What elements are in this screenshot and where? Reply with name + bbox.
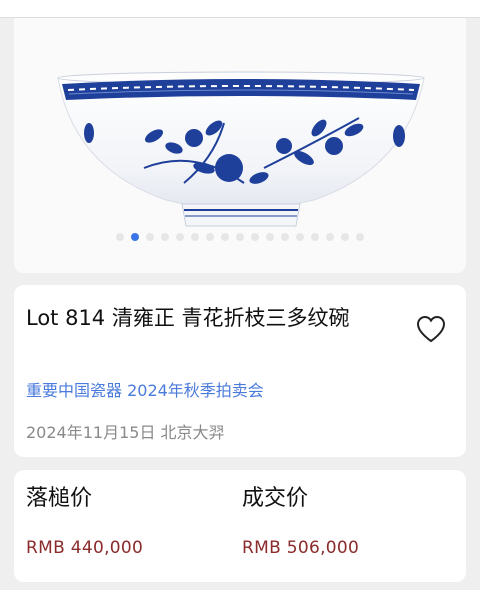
lot-title: Lot 814 清雍正 青花折枝三多纹碗 <box>26 306 350 330</box>
carousel-dot[interactable] <box>206 233 214 241</box>
carousel-dot[interactable] <box>221 233 229 241</box>
image-carousel[interactable] <box>14 18 466 273</box>
carousel-dot[interactable] <box>341 233 349 241</box>
final-price-label: 成交价 <box>242 486 309 511</box>
carousel-dot[interactable] <box>326 233 334 241</box>
carousel-dot[interactable] <box>191 233 199 241</box>
carousel-dot[interactable] <box>296 233 304 241</box>
carousel-dot[interactable] <box>311 233 319 241</box>
carousel-dot[interactable] <box>146 233 154 241</box>
carousel-dot[interactable] <box>236 233 244 241</box>
hammer-price-label: 落槌价 <box>26 486 93 511</box>
sale-date-location: 2024年11月15日 北京大羿 <box>26 423 225 442</box>
carousel-dot[interactable] <box>281 233 289 241</box>
carousel-dot[interactable] <box>266 233 274 241</box>
carousel-dot[interactable] <box>116 233 124 241</box>
carousel-pagination[interactable] <box>14 230 466 244</box>
price-card: 落槌价 RMB 440,000 成交价 RMB 506,000 <box>14 470 466 582</box>
heart-outline-icon[interactable] <box>416 315 446 343</box>
hammer-price-value: RMB 440,000 <box>26 538 144 558</box>
carousel-dot[interactable] <box>161 233 169 241</box>
final-price-value: RMB 506,000 <box>242 538 360 558</box>
hammer-price-section: 落槌价 RMB 440,000 <box>26 484 226 560</box>
lot-info-card: Lot 814 清雍正 青花折枝三多纹碗 重要中国瓷器 2024年秋季拍卖会 2… <box>14 285 466 457</box>
top-bar <box>0 0 480 18</box>
auction-sale-link[interactable]: 重要中国瓷器 2024年秋季拍卖会 <box>26 380 264 402</box>
carousel-dot[interactable] <box>251 233 259 241</box>
carousel-dot[interactable] <box>356 233 364 241</box>
carousel-dot[interactable] <box>176 233 184 241</box>
carousel-dot[interactable] <box>131 233 139 241</box>
final-price-section: 成交价 RMB 506,000 <box>242 484 442 560</box>
